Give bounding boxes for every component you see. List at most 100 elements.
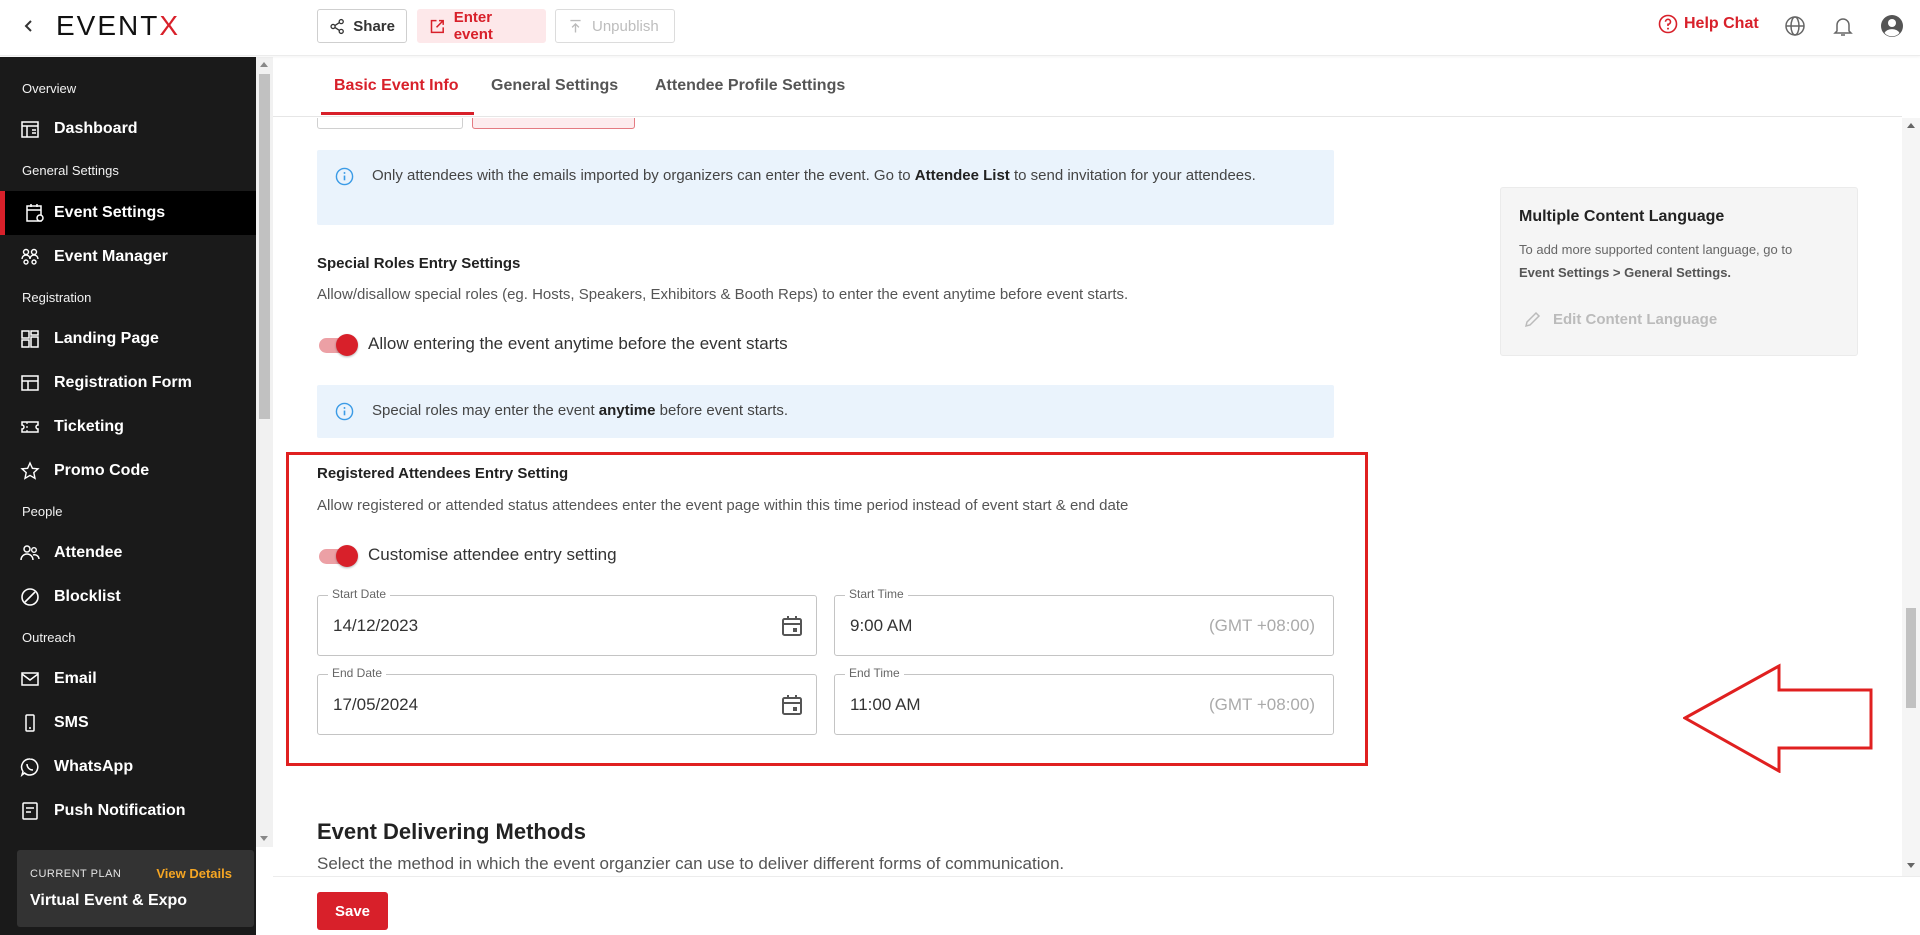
end-time-field[interactable]: End Time 11:00 AM (GMT +08:00) — [834, 666, 1334, 735]
calendar-icon[interactable] — [780, 614, 804, 638]
people-group-icon — [20, 247, 40, 267]
special-roles-toggle[interactable] — [317, 334, 358, 356]
special-roles-toggle-label: Allow entering the event anytime before … — [368, 334, 788, 353]
partial-option-box[interactable] — [317, 118, 463, 129]
view-details-link[interactable]: View Details — [156, 866, 232, 881]
star-icon — [20, 461, 40, 481]
notification-icon — [20, 801, 40, 821]
end-time-value: 11:00 AM — [850, 695, 921, 714]
end-date-value: 17/05/2024 — [333, 695, 419, 714]
timezone-suffix: (GMT +08:00) — [1209, 695, 1315, 714]
top-bar: EVENT X Share Enter event Unpublish Help … — [0, 0, 1920, 56]
sidebar-item-landing-page[interactable]: Landing Page — [0, 317, 256, 361]
ticket-icon — [20, 417, 40, 437]
help-chat-button[interactable]: Help Chat — [1658, 14, 1759, 34]
info-text: Special roles may enter the event anytim… — [372, 400, 1314, 422]
card-description: To add more supported content language, … — [1519, 238, 1849, 284]
sidebar-item-whatsapp[interactable]: WhatsApp — [0, 745, 256, 789]
sidebar-item-label: Promo Code — [54, 462, 150, 479]
back-chevron-icon[interactable] — [18, 12, 40, 40]
sidebar-item-registration-form[interactable]: Registration Form — [0, 361, 256, 405]
tab-attendee-profile-settings[interactable]: Attendee Profile Settings — [655, 77, 845, 95]
share-button[interactable]: Share — [317, 9, 407, 43]
sidebar-item-event-manager[interactable]: Event Manager — [0, 235, 256, 279]
info-text: Only attendees with the emails imported … — [372, 165, 1314, 187]
sidebar: Overview Dashboard General Settings Even… — [0, 57, 256, 935]
attendee-list-link[interactable]: Attendee List — [915, 167, 1010, 184]
envelope-icon — [20, 669, 40, 689]
bell-icon[interactable] — [1831, 14, 1855, 38]
sidebar-item-sms[interactable]: SMS — [0, 701, 256, 745]
sidebar-item-push-notification[interactable]: Push Notification — [0, 789, 256, 833]
enter-event-button[interactable]: Enter event — [417, 9, 546, 43]
calendar-gear-icon — [25, 203, 45, 223]
start-date-field[interactable]: Start Date 14/12/2023 — [317, 587, 817, 656]
start-date-label: Start Date — [328, 587, 391, 601]
sidebar-item-label: Email — [54, 670, 97, 687]
plan-name: Virtual Event & Expo — [30, 892, 188, 909]
help-icon — [1658, 14, 1678, 34]
sidebar-item-attendee[interactable]: Attendee — [0, 531, 256, 575]
logo-text: EVENT — [56, 10, 160, 41]
customise-entry-toggle[interactable] — [317, 545, 358, 567]
tab-general-settings[interactable]: General Settings — [491, 77, 618, 95]
card-description-text: To add more supported content language, … — [1519, 242, 1793, 257]
upload-icon — [570, 19, 581, 32]
main-scrollbar[interactable] — [1902, 118, 1920, 876]
calendar-icon[interactable] — [780, 693, 804, 717]
enter-event-label: Enter event — [453, 9, 493, 43]
user-avatar-icon[interactable] — [1880, 14, 1904, 38]
table-icon — [20, 373, 40, 393]
attendee-list-info-banner: Only attendees with the emails imported … — [317, 150, 1334, 225]
multiple-content-language-card: Multiple Content Language To add more su… — [1500, 187, 1858, 356]
edit-content-language-button[interactable]: Edit Content Language — [1523, 309, 1717, 329]
logo-x: X — [159, 10, 181, 41]
sidebar-item-label: WhatsApp — [54, 758, 134, 775]
sidebar-item-event-settings[interactable]: Event Settings — [0, 191, 256, 235]
sidebar-item-blocklist[interactable]: Blocklist — [0, 575, 256, 619]
timezone-suffix: (GMT +08:00) — [1209, 616, 1315, 635]
special-roles-title: Special Roles Entry Settings — [317, 255, 521, 272]
start-date-value: 14/12/2023 — [333, 616, 419, 635]
info-text-part: Special roles may enter the event — [372, 402, 599, 419]
current-plan-card: CURRENT PLAN View Details Virtual Event … — [17, 850, 254, 927]
sidebar-item-label: Registration Form — [54, 374, 192, 391]
unpublish-button[interactable]: Unpublish — [555, 9, 675, 43]
card-description-path: Event Settings > General Settings. — [1519, 265, 1732, 280]
partial-option-box-selected[interactable] — [472, 118, 635, 129]
sidebar-item-label: Attendee — [54, 544, 123, 561]
help-chat-label: Help Chat — [1684, 15, 1759, 32]
sidebar-item-label: Ticketing — [54, 418, 124, 435]
sidebar-item-label: SMS — [54, 714, 89, 731]
registered-attendees-description: Allow registered or attended status atte… — [317, 497, 1129, 514]
info-text-part: to send invitation for your attendees. — [1009, 167, 1256, 184]
end-date-field[interactable]: End Date 17/05/2024 — [317, 666, 817, 735]
special-roles-info-banner: Special roles may enter the event anytim… — [317, 385, 1334, 438]
sidebar-scroll-thumb[interactable] — [259, 74, 270, 419]
sidebar-item-label: Push Notification — [54, 802, 186, 819]
start-time-field[interactable]: Start Time 9:00 AM (GMT +08:00) — [834, 587, 1334, 656]
sidebar-item-ticketing[interactable]: Ticketing — [0, 405, 256, 449]
sidebar-item-promo-code[interactable]: Promo Code — [0, 449, 256, 493]
save-button[interactable]: Save — [317, 892, 388, 930]
globe-icon[interactable] — [1783, 14, 1807, 38]
section-registration: Registration — [22, 290, 92, 305]
info-text-bold: anytime — [598, 402, 656, 419]
active-tab-indicator — [321, 112, 474, 115]
event-delivering-methods-description: Select the method in which the event org… — [317, 854, 1065, 873]
main-scroll-thumb[interactable] — [1906, 608, 1916, 708]
section-outreach: Outreach — [22, 630, 76, 645]
sidebar-item-label: Blocklist — [54, 588, 121, 605]
layout-icon — [20, 329, 40, 349]
external-link-icon — [430, 19, 444, 33]
phone-icon — [20, 713, 40, 733]
sidebar-item-dashboard[interactable]: Dashboard — [0, 107, 256, 151]
end-time-label: End Time — [845, 666, 904, 680]
share-icon — [330, 18, 344, 34]
sidebar-item-email[interactable]: Email — [0, 657, 256, 701]
tab-basic-event-info[interactable]: Basic Event Info — [334, 77, 458, 95]
settings-tabs: Basic Event Info General Settings Attend… — [273, 57, 1902, 117]
sidebar-scrollbar[interactable] — [256, 57, 273, 847]
sidebar-item-label: Event Settings — [54, 204, 166, 221]
eventx-logo: EVENT X — [56, 10, 180, 42]
